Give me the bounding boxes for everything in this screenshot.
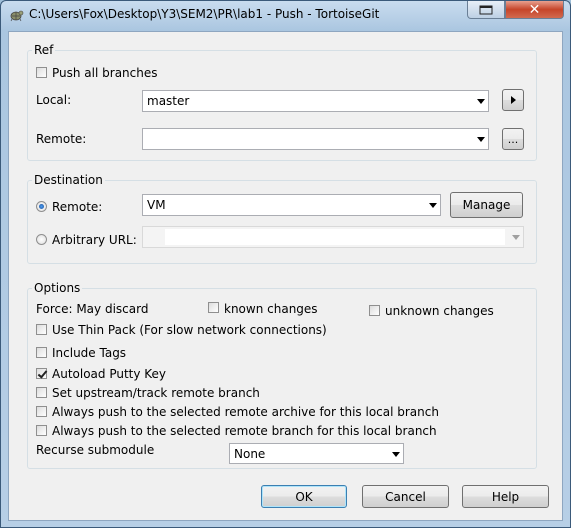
use-thin-pack-label: Use Thin Pack (For slow network connecti… (52, 323, 327, 337)
ok-button[interactable]: OK (261, 485, 347, 508)
recurse-submodule-combo[interactable]: None (229, 443, 404, 464)
window-title: C:\Users\Fox\Desktop\Y3\SEM2\PR\lab1 - P… (29, 7, 380, 21)
always-push-archive-label: Always push to the selected remote archi… (52, 405, 439, 419)
tortoisegit-icon (10, 10, 24, 22)
dialog-client-area: Ref Push all branches Local: master Remo… (8, 31, 563, 521)
restore-button[interactable] (467, 1, 505, 19)
always-push-branch-label: Always push to the selected remote branc… (52, 424, 437, 438)
use-thin-pack-checkbox[interactable] (36, 324, 47, 335)
chevron-down-icon (477, 99, 485, 104)
chevron-down-icon (512, 235, 520, 240)
chevron-down-icon (392, 452, 400, 457)
ref-group-label: Ref (32, 43, 56, 57)
chevron-down-icon (429, 203, 437, 208)
close-icon: ✕ (528, 1, 541, 18)
chevron-down-icon (477, 137, 485, 142)
unknown-changes-label: unknown changes (385, 304, 494, 318)
destination-group-label: Destination (32, 173, 105, 187)
autoload-putty-key-checkbox[interactable] (36, 368, 47, 379)
set-upstream-checkbox[interactable] (36, 387, 47, 398)
recurse-submodule-value: None (234, 447, 266, 461)
close-button[interactable]: ✕ (505, 1, 564, 19)
known-changes-label: known changes (224, 302, 318, 316)
push-all-branches-checkbox[interactable] (36, 67, 47, 78)
local-branch-value: master (147, 94, 190, 108)
arbitrary-url-input (165, 229, 505, 245)
help-button[interactable]: Help (462, 485, 549, 508)
restore-icon (479, 5, 493, 14)
destination-remote-value: VM (147, 198, 166, 212)
play-icon (510, 96, 516, 104)
remote-branch-combo[interactable] (142, 128, 489, 150)
ok-button-label: OK (295, 489, 313, 504)
always-push-archive-checkbox[interactable] (36, 406, 47, 417)
cancel-button-label: Cancel (385, 489, 426, 504)
cancel-button[interactable]: Cancel (362, 485, 449, 508)
arbitrary-url-combo[interactable] (142, 226, 524, 248)
set-upstream-label: Set upstream/track remote branch (52, 386, 260, 400)
title-bar[interactable]: C:\Users\Fox\Desktop\Y3\SEM2\PR\lab1 - P… (1, 1, 570, 29)
help-button-label: Help (491, 489, 520, 504)
local-label: Local: (36, 93, 72, 107)
destination-remote-label: Remote: (52, 200, 103, 214)
include-tags-label: Include Tags (52, 346, 127, 360)
arbitrary-url-radio[interactable] (36, 234, 47, 245)
remote-label: Remote: (36, 132, 87, 146)
known-changes-checkbox[interactable] (208, 302, 219, 313)
destination-remote-combo[interactable]: VM (142, 194, 441, 216)
recurse-submodule-label: Recurse submodule (36, 443, 155, 457)
manage-button-label: Manage (462, 198, 511, 212)
local-branch-browse-button[interactable] (502, 89, 524, 111)
local-branch-combo[interactable]: master (142, 90, 489, 112)
remote-branch-browse-button[interactable]: ... (502, 128, 524, 150)
force-label: Force: May discard (36, 302, 149, 316)
push-all-branches-label: Push all branches (52, 66, 158, 80)
destination-remote-radio[interactable] (36, 201, 47, 212)
push-dialog-window: C:\Users\Fox\Desktop\Y3\SEM2\PR\lab1 - P… (0, 0, 571, 528)
browse-button-label: ... (507, 132, 519, 146)
always-push-branch-checkbox[interactable] (36, 425, 47, 436)
manage-button[interactable]: Manage (450, 192, 523, 218)
unknown-changes-checkbox[interactable] (369, 305, 380, 316)
include-tags-checkbox[interactable] (36, 347, 47, 358)
autoload-putty-key-label: Autoload Putty Key (52, 367, 167, 381)
options-group-label: Options (32, 281, 83, 295)
arbitrary-url-label: Arbitrary URL: (52, 233, 137, 247)
